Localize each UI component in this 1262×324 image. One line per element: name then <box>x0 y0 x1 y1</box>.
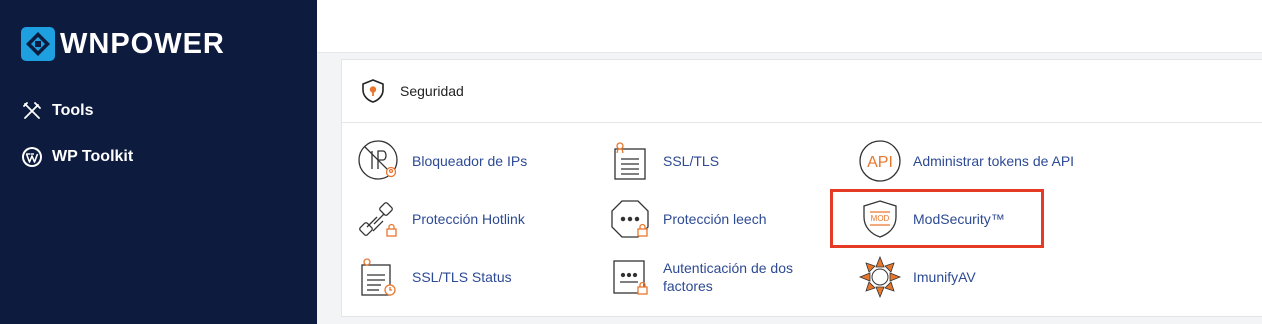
imunifyav-link[interactable]: ImunifyAV <box>858 255 976 299</box>
item-label: Bloqueador de IPs <box>412 153 528 169</box>
sidebar: WNPOWER Tools WP Toolkit <box>0 0 317 324</box>
api-tokens-link[interactable]: API Administrar tokens de API <box>858 139 1074 183</box>
ip-blocker-link[interactable]: Bloqueador de IPs <box>357 139 527 183</box>
item-label: SSL/TLS Status <box>412 269 512 285</box>
sidebar-item-tools[interactable]: Tools <box>21 100 93 122</box>
leech-icon <box>611 200 649 238</box>
tools-icon <box>23 102 41 119</box>
section-title: Seguridad <box>400 83 464 99</box>
brand-logo[interactable]: WNPOWER <box>21 27 225 61</box>
svg-text:API: API <box>867 154 893 171</box>
cube-logo-icon <box>21 27 55 61</box>
item-label: Protección leech <box>663 211 767 227</box>
item-label: ImunifyAV <box>913 269 976 285</box>
ssl-tls-link[interactable]: SSL/TLS <box>608 139 719 183</box>
hotlink-protection-link[interactable]: Protección Hotlink <box>357 197 525 241</box>
item-label: Protección Hotlink <box>412 211 525 227</box>
svg-text:MOD: MOD <box>871 214 890 223</box>
item-label: Administrar tokens de API <box>913 153 1075 169</box>
certificate-icon <box>614 142 646 180</box>
imunify-icon <box>858 255 902 299</box>
two-factor-auth-link[interactable]: Autenticación de dos factores <box>608 255 813 299</box>
two-factor-icon <box>613 260 648 295</box>
ssl-tls-status-link[interactable]: SSL/TLS Status <box>357 255 512 299</box>
item-label: SSL/TLS <box>663 153 720 169</box>
modsecurity-link[interactable]: MOD ModSecurity™ <box>858 197 1005 241</box>
modsecurity-icon: MOD <box>863 200 897 238</box>
sidebar-item-wp-toolkit[interactable]: WP Toolkit <box>21 146 133 168</box>
sidebar-item-label: WP Toolkit <box>52 148 134 165</box>
wordpress-icon <box>22 147 42 167</box>
item-label: ModSecurity™ <box>913 211 1005 227</box>
ip-blocker-icon <box>358 140 398 180</box>
ssl-status-icon <box>361 258 396 296</box>
api-icon: API <box>859 140 901 182</box>
brand-name: WNPOWER <box>60 28 225 60</box>
panel-header[interactable]: Seguridad <box>342 60 1262 123</box>
hotlink-icon <box>359 202 397 237</box>
item-label: Autenticación de dos factores <box>663 260 793 294</box>
shield-icon <box>362 79 384 103</box>
top-bar <box>317 0 1262 53</box>
sidebar-item-label: Tools <box>52 102 94 119</box>
leech-protection-link[interactable]: Protección leech <box>608 197 767 241</box>
